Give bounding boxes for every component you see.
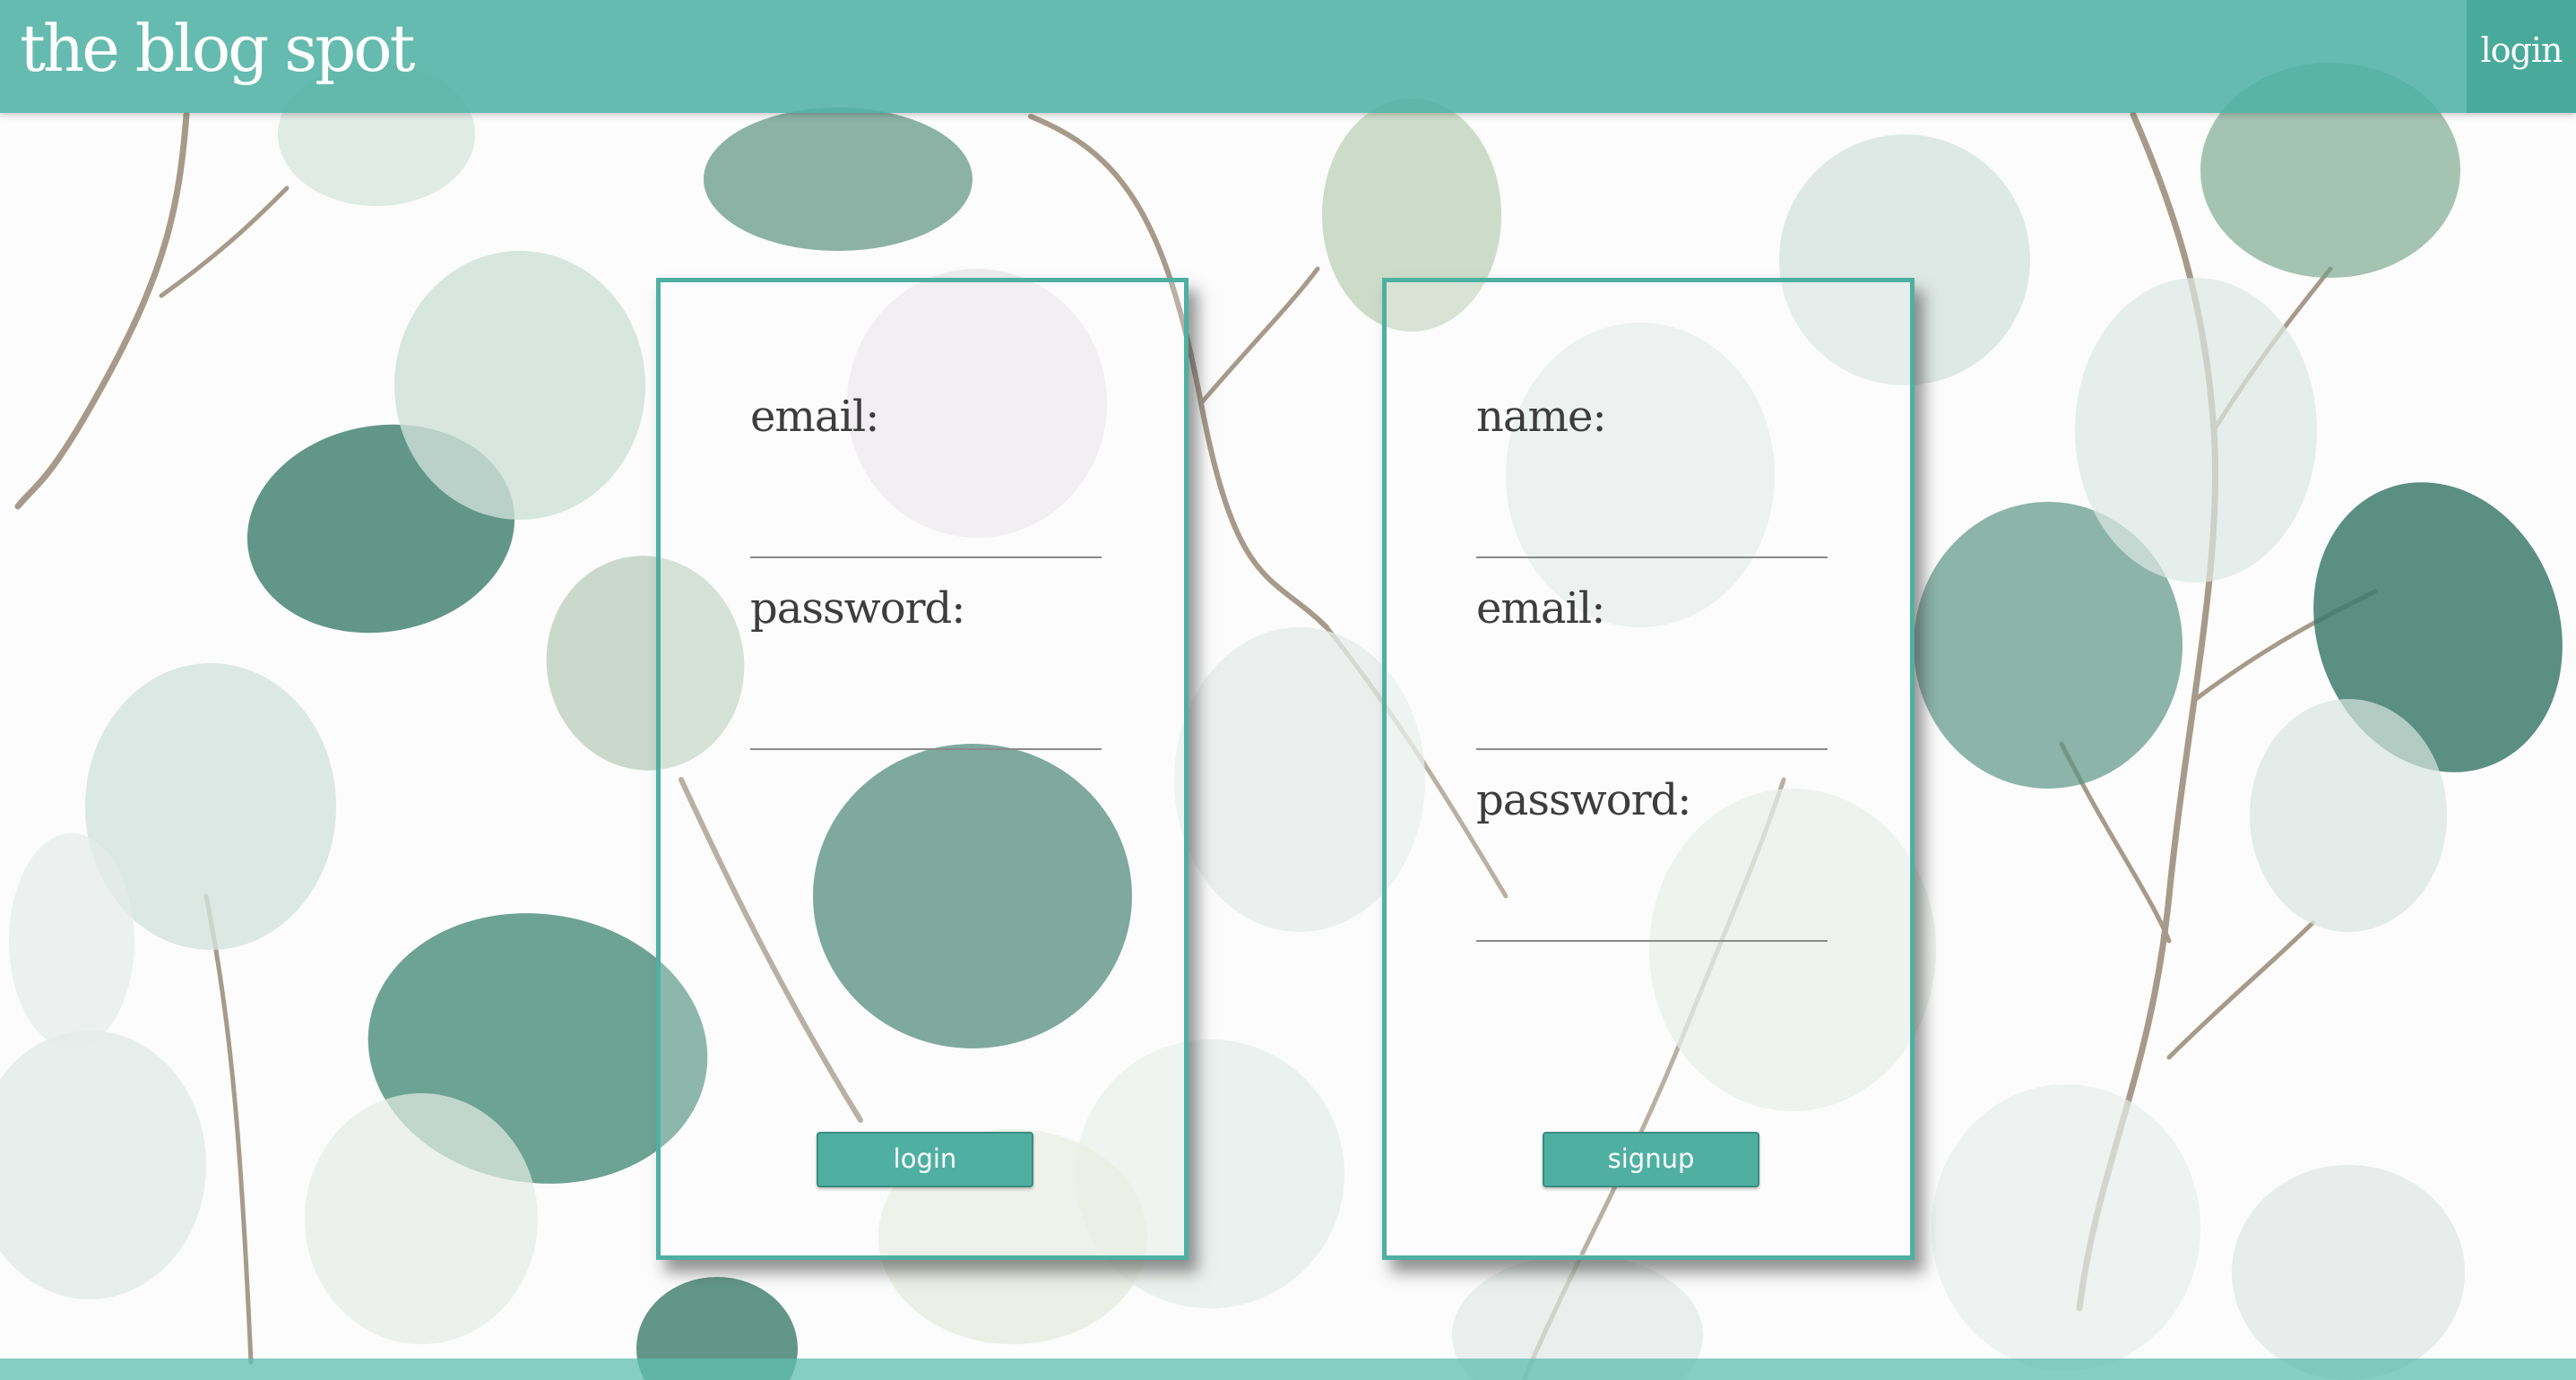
signup-name-input[interactable] — [1476, 494, 1828, 558]
signup-form-card: name: email: password: signup — [1382, 278, 1915, 1260]
login-email-label: email: — [750, 392, 879, 442]
footer-bar — [0, 1358, 2576, 1380]
login-button[interactable]: login — [817, 1132, 1033, 1187]
eucalyptus-background — [0, 0, 2576, 1380]
header-bar: the blog spot login — [0, 0, 2576, 113]
signup-password-input[interactable] — [1476, 877, 1828, 942]
login-email-input[interactable] — [750, 494, 1102, 558]
signup-email-label: email: — [1476, 583, 1605, 634]
site-brand[interactable]: the blog spot — [20, 4, 416, 93]
signup-email-input[interactable] — [1476, 686, 1828, 750]
login-password-label: password: — [750, 583, 965, 634]
signup-password-label: password: — [1476, 775, 1691, 825]
signup-button[interactable]: signup — [1543, 1132, 1759, 1187]
login-form-card: email: password: login — [656, 278, 1189, 1260]
nav-login-link[interactable]: login — [2467, 0, 2576, 113]
login-password-input[interactable] — [750, 686, 1102, 750]
signup-name-label: name: — [1476, 392, 1607, 442]
